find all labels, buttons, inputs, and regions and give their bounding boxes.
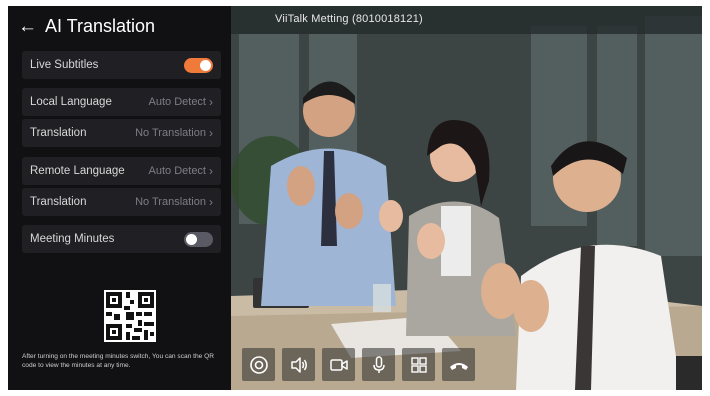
camera-settings-button[interactable] [242, 348, 275, 381]
meeting-video-image [231, 6, 702, 390]
microphone-icon [372, 355, 385, 373]
live-subtitles-toggle[interactable] [184, 57, 213, 73]
chevron-right-icon: › [209, 164, 213, 178]
remote-translation-row[interactable]: Translation No Translation › [22, 188, 221, 216]
remote-language-row[interactable]: Remote Language Auto Detect › [22, 157, 221, 185]
qr-instruction-text: After turning on the meeting minutes swi… [22, 353, 215, 369]
remote-language-value-group: Auto Detect › [149, 164, 213, 178]
remote-translation-value: No Translation [135, 196, 206, 208]
meeting-title: ViiTalk Metting (8010018121) [275, 13, 423, 25]
qr-code-icon [104, 290, 156, 342]
local-language-label: Local Language [30, 96, 112, 108]
remote-language-value: Auto Detect [148, 165, 206, 177]
live-subtitles-row[interactable]: Live Subtitles [22, 51, 221, 79]
meeting-minutes-toggle[interactable] [184, 231, 213, 247]
camera-settings-icon [249, 355, 268, 374]
toggle-knob [186, 233, 197, 245]
ai-translation-panel: ← AI Translation Live Subtitles Local La… [8, 6, 231, 390]
local-translation-value-group: No Translation › [135, 126, 213, 140]
local-language-value: Auto Detect [148, 96, 206, 108]
hang-up-button[interactable] [442, 348, 475, 381]
local-language-row[interactable]: Local Language Auto Detect › [22, 88, 221, 116]
speaker-button[interactable] [282, 348, 315, 381]
local-language-value-group: Auto Detect › [149, 95, 213, 109]
live-subtitles-label: Live Subtitles [30, 59, 99, 71]
chevron-right-icon: › [209, 126, 213, 140]
remote-language-label: Remote Language [30, 165, 125, 177]
layout-grid-button[interactable] [402, 348, 435, 381]
panel-header: ← AI Translation [18, 16, 155, 37]
meeting-minutes-row[interactable]: Meeting Minutes [22, 225, 221, 253]
chevron-right-icon: › [209, 95, 213, 109]
remote-translation-label: Translation [30, 196, 87, 208]
local-translation-row[interactable]: Translation No Translation › [22, 119, 221, 147]
call-control-bar [242, 348, 475, 381]
speaker-icon [290, 356, 307, 373]
video-feed: ViiTalk Metting (8010018121) [231, 6, 702, 390]
toggle-knob [200, 59, 211, 71]
local-translation-label: Translation [30, 127, 87, 139]
microphone-button[interactable] [362, 348, 395, 381]
panel-title: AI Translation [45, 16, 156, 36]
remote-translation-value-group: No Translation › [135, 195, 213, 209]
hang-up-icon [449, 362, 468, 370]
chevron-right-icon: › [209, 195, 213, 209]
video-camera-button[interactable] [322, 348, 355, 381]
layout-grid-icon [410, 356, 427, 373]
local-translation-value: No Translation [135, 127, 206, 139]
app-window: ← AI Translation Live Subtitles Local La… [0, 0, 710, 396]
meeting-minutes-label: Meeting Minutes [30, 233, 115, 245]
back-arrow-icon[interactable]: ← [18, 17, 37, 36]
video-camera-icon [329, 358, 348, 371]
